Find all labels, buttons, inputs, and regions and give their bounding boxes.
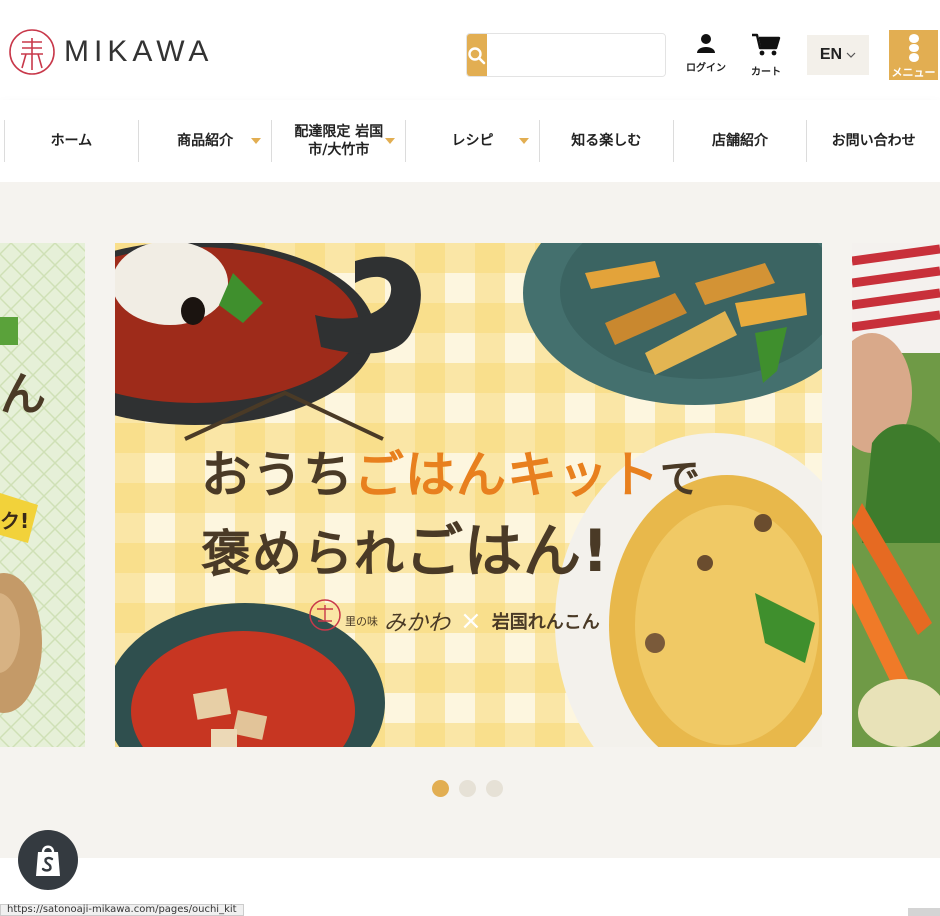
chevron-down-icon [846, 52, 856, 58]
menu-dot-icon [908, 34, 919, 43]
brand-name: MIKAWA [64, 35, 214, 68]
nav-item-delivery-area[interactable]: 配達限定 岩国 市/大竹市 [271, 120, 405, 162]
nav-item-label: お問い合わせ [831, 132, 916, 149]
next-slide-image [852, 243, 940, 747]
language-code: EN [819, 46, 843, 63]
hero-headline-highlight: ごはんキット [354, 446, 660, 504]
search-icon [468, 47, 486, 65]
nav-item-label: 知る楽しむ [571, 132, 642, 149]
previous-slide-badge-text: ク! [0, 509, 30, 533]
horizontal-scrollbar[interactable] [908, 908, 940, 916]
nav-item-label: 店舗紹介 [711, 132, 768, 149]
caret-down-icon [385, 138, 396, 144]
menu-button[interactable]: メニュー [889, 30, 938, 80]
hero-headline-line1: おうちごはんキットで [201, 439, 701, 515]
menu-dot-icon [908, 53, 919, 63]
menu-label: メニュー [891, 66, 936, 80]
carousel-slide-current[interactable]: おうちごはんキットで 褒められごはん! 里の味 みかわ × 岩国れんこん [115, 243, 822, 747]
nav-item-recipes[interactable]: レシピ [405, 120, 539, 162]
carousel-dot-1[interactable] [432, 780, 449, 797]
previous-slide-image [0, 243, 85, 747]
menu-dot-icon [908, 43, 919, 53]
shopify-bag-icon [36, 845, 60, 876]
caret-down-icon [518, 138, 529, 144]
user-icon [697, 34, 715, 53]
hero-headline: おうちごはんキットで 褒められごはん! [201, 439, 701, 590]
site-logo[interactable]: MIKAWA [8, 28, 213, 76]
language-selector[interactable]: EN [807, 35, 869, 75]
carousel-slide-previous[interactable]: ん ク! [0, 243, 85, 747]
carousel-dot-3[interactable] [486, 780, 503, 797]
hero-headline-text: 褒められ [201, 525, 405, 583]
nav-item-stores[interactable]: 店舗紹介 [672, 120, 807, 162]
brand-script-text: みかわ [384, 611, 451, 636]
nav-item-label-line2: 市/大竹市 [308, 142, 370, 158]
search-button[interactable] [467, 34, 487, 76]
main-navigation: ホーム 商品紹介 配達限定 岩国 市/大竹市 レシピ 知る楽しむ 店舗紹介 お問い… [0, 100, 940, 182]
collab-cross: × [460, 606, 482, 636]
nav-item-label: レシピ [451, 132, 494, 149]
cart-button[interactable]: カート [738, 33, 794, 78]
caret-down-icon [251, 138, 262, 144]
nav-item-home[interactable]: ホーム [4, 120, 138, 162]
search-box [466, 33, 666, 77]
page: { "header": { "brand": "MIKAWA", "search… [0, 0, 940, 916]
nav-item-learn[interactable]: 知る楽しむ [538, 120, 673, 162]
hero-brand-collab: 里の味 みかわ × 岩国れんこん [345, 605, 600, 637]
hero-headline-text: ごはん! [405, 517, 610, 585]
nav-item-label-line1: 配達限定 岩国 [294, 123, 384, 140]
nav-item-label: 商品紹介 [177, 132, 234, 149]
login-label: ログイン [686, 63, 726, 74]
carousel-pagination [432, 780, 503, 797]
brand-small-text: 里の味 [345, 615, 378, 628]
cart-label: カート [751, 67, 781, 78]
nav-item-label: 配達限定 岩国 市/大竹市 [294, 123, 383, 159]
search-input[interactable] [487, 34, 665, 76]
hero-headline-line2: 褒められごはん! [201, 515, 701, 590]
carousel-slide-next[interactable] [852, 243, 940, 747]
mikawa-logo-mark-icon [9, 29, 55, 75]
cart-icon [752, 33, 781, 56]
previous-slide-text: ん [0, 367, 46, 421]
hero-headline-text: おうち [201, 446, 354, 504]
hero-headline-text: で [660, 456, 701, 502]
carousel-dot-2[interactable] [459, 780, 476, 797]
shopify-badge-button[interactable] [18, 830, 78, 890]
login-button[interactable]: ログイン [678, 33, 734, 74]
nav-item-contact[interactable]: お問い合わせ [806, 120, 940, 162]
site-header: MIKAWA ログイン カート EN メニュー [0, 0, 940, 100]
partner-text: 岩国れんこん [491, 612, 600, 633]
nav-item-products[interactable]: 商品紹介 [137, 120, 272, 162]
nav-item-label: ホーム [50, 132, 93, 149]
status-bar-url: https://satonoaji-mikawa.com/pages/ouchi… [0, 904, 244, 916]
hero-carousel: ん ク! おうちごはんキットで 褒められごはん! 里の味 みかわ × 岩国れんこ… [0, 182, 940, 858]
